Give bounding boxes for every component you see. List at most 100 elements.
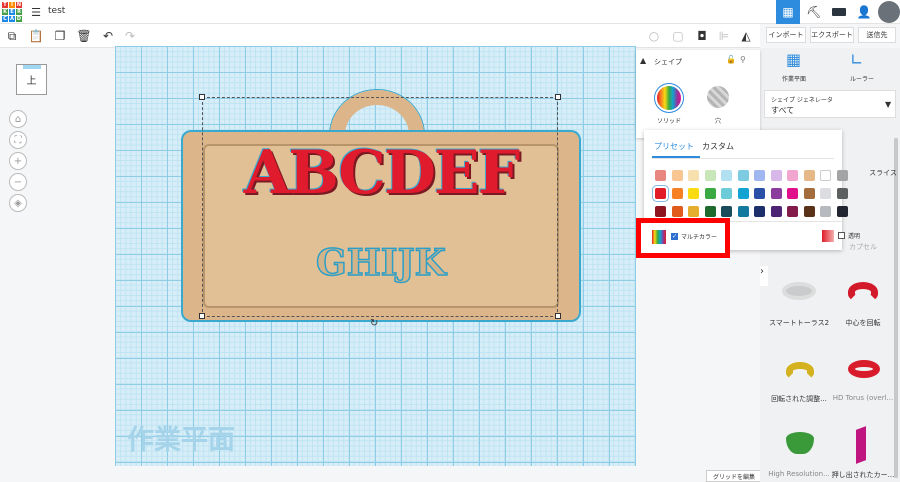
undo-icon[interactable]: ↶: [100, 28, 116, 44]
shape-thumb-hd-torus[interactable]: [848, 360, 880, 378]
3d-view-grid-icon[interactable]: ▦: [776, 0, 800, 24]
color-swatch[interactable]: [836, 170, 848, 181]
color-swatch[interactable]: [803, 170, 815, 181]
lock-icon[interactable]: 🔓: [726, 55, 736, 64]
zoom-out-icon[interactable]: −: [9, 173, 27, 191]
shape-label[interactable]: 中心を回転: [828, 318, 898, 328]
color-swatch[interactable]: [655, 170, 666, 181]
perspective-icon[interactable]: ◈: [9, 194, 27, 212]
resize-handle[interactable]: [555, 313, 561, 319]
color-swatch[interactable]: [671, 206, 683, 217]
home-view-icon[interactable]: ⌂: [9, 110, 27, 128]
shape-thumb-cone[interactable]: [786, 432, 814, 454]
hole-button[interactable]: [707, 86, 729, 108]
color-swatch[interactable]: [721, 188, 732, 199]
avatar[interactable]: [878, 1, 900, 23]
color-swatch[interactable]: [803, 188, 815, 199]
shape-thumb-rotated[interactable]: [786, 362, 814, 380]
align-icon[interactable]: ⊫: [716, 28, 732, 44]
shape-label[interactable]: スマートトーラス2: [764, 318, 834, 328]
shape-thumb-torus[interactable]: [782, 282, 816, 300]
resize-handle[interactable]: [199, 94, 205, 100]
rotate-handle-icon[interactable]: ↻: [370, 318, 378, 329]
solid-button[interactable]: [657, 86, 681, 110]
send-to-button[interactable]: 送信先: [858, 27, 896, 43]
color-swatch[interactable]: [820, 170, 831, 181]
paste-icon[interactable]: 📋: [28, 28, 44, 44]
color-swatch[interactable]: [737, 188, 749, 199]
shape-label[interactable]: 回転された調整...: [764, 394, 834, 404]
fit-view-icon[interactable]: ⛶: [9, 131, 27, 149]
color-swatch[interactable]: [704, 188, 716, 199]
color-swatch[interactable]: [704, 206, 716, 217]
color-swatch[interactable]: [770, 206, 782, 217]
resize-handle[interactable]: [199, 313, 205, 319]
collapse-panel-icon[interactable]: ›: [760, 266, 768, 286]
color-swatch[interactable]: [787, 170, 798, 181]
color-swatch[interactable]: [754, 206, 765, 217]
shape-label[interactable]: 押し出されたカー...: [828, 470, 898, 480]
ruler-icon[interactable]: ∟: [850, 50, 863, 69]
group-icon[interactable]: ▢: [670, 28, 686, 44]
view-cube[interactable]: 上: [16, 64, 47, 95]
color-swatch[interactable]: [770, 170, 782, 181]
color-swatch[interactable]: [737, 206, 749, 217]
tinkercad-logo[interactable]: T I N K E R C A D: [2, 2, 22, 22]
shape-label[interactable]: HD Torus (overl...: [828, 394, 898, 402]
light-icon[interactable]: ⚲: [740, 55, 746, 64]
mirror-icon[interactable]: ◭: [738, 28, 754, 44]
menu-list-icon[interactable]: ☰: [28, 4, 44, 20]
color-swatch[interactable]: [754, 170, 765, 181]
zoom-in-icon[interactable]: +: [9, 152, 27, 170]
export-button[interactable]: エクスポート: [810, 27, 854, 43]
edit-grid-button[interactable]: グリッドを編集: [706, 470, 762, 482]
multicolor-checkbox[interactable]: ✓: [671, 233, 678, 240]
add-user-icon[interactable]: 👤: [856, 4, 872, 20]
color-swatch[interactable]: [704, 170, 716, 181]
tab-custom[interactable]: カスタム: [702, 141, 734, 152]
color-swatch[interactable]: [820, 206, 831, 217]
color-swatch[interactable]: [721, 206, 732, 217]
shape-generator-dropdown[interactable]: シェイプ ジェネレータ すべて ▼: [764, 90, 896, 118]
project-title[interactable]: test: [48, 6, 65, 16]
shape-label[interactable]: High Resolution...: [764, 470, 834, 478]
color-swatch[interactable]: [721, 170, 732, 181]
import-button[interactable]: インポート: [766, 27, 806, 43]
color-swatch[interactable]: [737, 170, 749, 181]
shape-label[interactable]: スライス: [848, 168, 900, 178]
collapse-icon[interactable]: ▲: [640, 56, 646, 65]
color-swatch[interactable]: [688, 170, 699, 181]
color-swatch[interactable]: [836, 188, 848, 199]
color-swatch[interactable]: [688, 206, 699, 217]
color-swatch[interactable]: [787, 206, 798, 217]
redo-icon[interactable]: ↷: [122, 28, 138, 44]
color-swatch[interactable]: [671, 188, 683, 199]
color-swatch[interactable]: [836, 206, 848, 217]
color-swatch[interactable]: [820, 188, 831, 199]
duplicate-icon[interactable]: ❐: [52, 28, 68, 44]
color-swatch[interactable]: [688, 188, 699, 199]
delete-icon[interactable]: 🗑: [76, 28, 92, 44]
scrollbar[interactable]: [894, 138, 898, 478]
shape-thumb-rotate[interactable]: [848, 282, 878, 302]
pickaxe-icon[interactable]: ⛏: [806, 4, 822, 20]
bricks-icon[interactable]: [832, 8, 846, 16]
light-bulb-icon[interactable]: ○: [646, 28, 662, 44]
color-swatch[interactable]: [770, 188, 782, 199]
color-swatch[interactable]: [671, 170, 683, 181]
ungroup-icon[interactable]: ◘: [694, 28, 710, 44]
tab-preset[interactable]: プリセット: [654, 141, 694, 152]
workplane-label[interactable]: 作業平面: [764, 74, 824, 83]
resize-handle[interactable]: [555, 94, 561, 100]
color-swatch[interactable]: [655, 206, 666, 217]
copy-icon[interactable]: ⧉: [4, 28, 20, 44]
transparent-checkbox[interactable]: [838, 232, 845, 239]
color-swatch[interactable]: [754, 188, 765, 199]
color-swatch[interactable]: [803, 206, 815, 217]
color-swatch[interactable]: [655, 188, 666, 199]
color-swatch[interactable]: [787, 188, 798, 199]
shape-thumb-extruded[interactable]: [856, 426, 866, 464]
workplane-icon[interactable]: ▦: [786, 50, 801, 69]
ruler-label[interactable]: ルーラー: [832, 74, 892, 83]
workplane-grid[interactable]: 作業平面 ABCDEF GHIJK ↻: [115, 46, 636, 466]
